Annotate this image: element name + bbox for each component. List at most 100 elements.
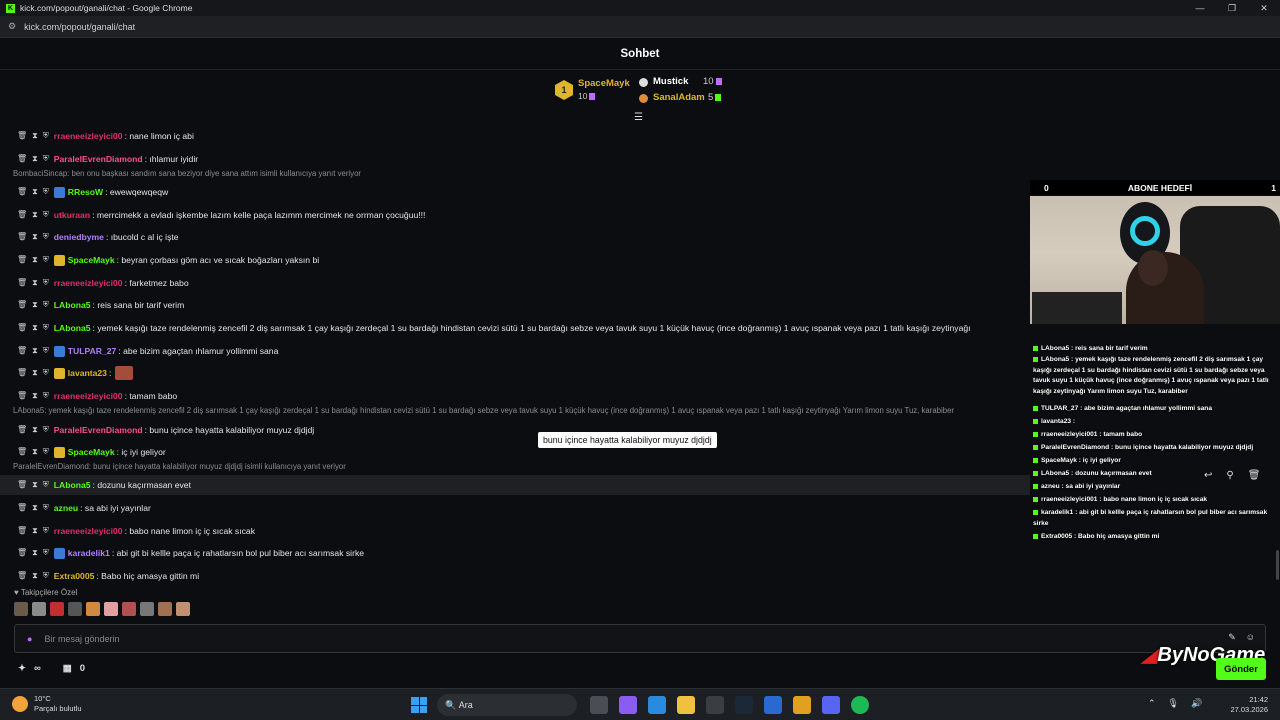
delete-message-icon[interactable]: 🗑: [17, 571, 27, 581]
chat-username[interactable]: LAbona5: [54, 480, 91, 490]
site-info-icon[interactable]: ⚙: [8, 21, 16, 32]
reply-context[interactable]: LAbona5: yemek kaşığı taze rendelenmiş z…: [13, 406, 1028, 415]
chrome-icon[interactable]: [793, 696, 811, 714]
delete-message-icon[interactable]: 🗑: [17, 480, 27, 490]
chat-username[interactable]: rraeneeizleyici00: [54, 526, 123, 536]
chat-message[interactable]: 🗑 ⧗ ⛨ TULPAR_27: abe bizim agaçtan ıhlamur …: [0, 341, 1030, 361]
chat-message[interactable]: 🗑 ⧗ ⛨ SpaceMayk: iç iyi geliyor: [0, 442, 1030, 462]
ban-shield-icon[interactable]: ⛨: [43, 571, 49, 581]
ban-shield-icon[interactable]: ⛨: [43, 300, 49, 310]
timeout-icon[interactable]: ⧗: [32, 391, 38, 401]
leader-name-2[interactable]: Mustick: [653, 76, 688, 87]
reply-context[interactable]: ParalelEvrenDiamond: bunu içince hayatta…: [13, 462, 1028, 471]
timeout-icon[interactable]: ⧗: [32, 131, 38, 141]
timeout-icon[interactable]: ⧗: [32, 447, 38, 457]
chat-username[interactable]: utkuraan: [54, 210, 90, 220]
timeout-icon[interactable]: ⧗: [32, 425, 38, 435]
pin-icon[interactable]: ⚲: [1226, 470, 1233, 481]
chat-message[interactable]: 🗑 ⧗ ⛨ rraeneeizleyici00: tamam babo: [0, 386, 1030, 406]
emote[interactable]: [50, 602, 64, 616]
chat-username[interactable]: RResoW: [68, 187, 103, 197]
microphone-icon[interactable]: ●: [27, 634, 32, 644]
delete-message-icon[interactable]: 🗑: [17, 447, 27, 457]
chat-username[interactable]: LAbona5: [54, 300, 91, 310]
chat-message[interactable]: 🗑 ⧗ ⛨ RResoW: ewewqewqeqw: [0, 182, 1030, 202]
delete-message-icon[interactable]: 🗑: [17, 154, 27, 164]
chat-message[interactable]: 🗑 ⧗ ⛨ rraeneeizleyici00: babo nane limon iç…: [0, 521, 1030, 541]
chat-message[interactable]: 🗑 ⧗ ⛨ utkuraan: merrcimekk a evladı işkembe…: [0, 205, 1030, 225]
chevron-up-icon[interactable]: ⌃: [1148, 698, 1156, 709]
windows-start-icon[interactable]: [411, 697, 427, 713]
reply-icon[interactable]: ↩: [1204, 470, 1212, 481]
timeout-icon[interactable]: ⧗: [32, 503, 38, 513]
store-app-icon[interactable]: [706, 696, 724, 714]
delete-message-icon[interactable]: 🗑: [17, 391, 27, 401]
chat-username[interactable]: rraeneeizleyici00: [54, 278, 123, 288]
ban-shield-icon[interactable]: ⛨: [43, 323, 49, 333]
discord-icon[interactable]: [822, 696, 840, 714]
chat-username[interactable]: ParalelEvrenDiamond: [54, 154, 143, 164]
chat-username[interactable]: rraeneeizleyici00: [54, 391, 123, 401]
timeout-icon[interactable]: ⧗: [32, 526, 38, 536]
scrollbar[interactable]: [1276, 550, 1279, 580]
restore-icon[interactable]: ❐: [1216, 0, 1248, 16]
chat-message[interactable]: 🗑 ⧗ ⛨ lavanta23:: [0, 363, 1030, 383]
chat-username[interactable]: deniedbyme: [54, 232, 104, 242]
address-bar[interactable]: ⚙ kick.com/popout/ganali/chat: [0, 16, 1280, 38]
delete-message-icon[interactable]: 🗑: [17, 503, 27, 513]
delete-message-icon[interactable]: 🗑: [17, 187, 27, 197]
weather-widget[interactable]: 10°C Parçalı bulutlu: [12, 694, 82, 714]
volume-icon[interactable]: 🔊: [1191, 698, 1202, 709]
clock[interactable]: 21:42 27.03.2026: [1228, 695, 1268, 715]
ban-shield-icon[interactable]: ⛨: [43, 154, 49, 164]
ban-shield-icon[interactable]: ⛨: [43, 278, 49, 288]
delete-message-icon[interactable]: 🗑: [17, 210, 27, 220]
minimize-icon[interactable]: —: [1184, 0, 1216, 16]
delete-message-icon[interactable]: 🗑: [17, 232, 27, 242]
delete-message-icon[interactable]: 🗑: [17, 255, 27, 265]
ban-shield-icon[interactable]: ⛨: [43, 210, 49, 220]
mic-tray-icon[interactable]: 🎙: [1168, 698, 1179, 709]
delete-icon[interactable]: 🗑: [1248, 470, 1261, 481]
chat-message[interactable]: 🗑 ⧗ ⛨ LAbona5: reis sana bir tarif verim: [0, 295, 1030, 315]
copilot-icon[interactable]: [619, 696, 637, 714]
chat-message[interactable]: 🗑 ⧗ ⛨ deniedbyme: ıbucold c al iç işte: [0, 227, 1030, 247]
chat-username[interactable]: SpaceMayk: [68, 447, 115, 457]
chat-username[interactable]: rraeneeizleyici00: [54, 131, 123, 141]
chat-message[interactable]: 🗑 ⧗ ⛨ Extra0005: Babo hiç amasya gittin mi: [0, 566, 1030, 585]
emote[interactable]: [86, 602, 100, 616]
timeout-icon[interactable]: ⧗: [32, 346, 38, 356]
ban-shield-icon[interactable]: ⛨: [43, 187, 49, 197]
chat-message[interactable]: 🗑 ⧗ ⛨ azneu: sa abi iyi yayınlar: [0, 498, 1030, 518]
timeout-icon[interactable]: ⧗: [32, 480, 38, 490]
chat-username[interactable]: lavanta23: [68, 368, 107, 378]
timeout-icon[interactable]: ⧗: [32, 278, 38, 288]
chat-username[interactable]: LAbona5: [54, 323, 91, 333]
ban-shield-icon[interactable]: ⛨: [43, 425, 49, 435]
chat-username[interactable]: karadelik1: [68, 548, 110, 558]
delete-message-icon[interactable]: 🗑: [17, 323, 27, 333]
chat-message[interactable]: 🗑 ⧗ ⛨ LAbona5: yemek kaşığı taze rendelenmi…: [0, 318, 1030, 338]
chat-username[interactable]: Extra0005: [54, 571, 95, 581]
timeout-icon[interactable]: ⧗: [32, 368, 38, 378]
emote[interactable]: [14, 602, 28, 616]
infinity-icon[interactable]: ∞: [34, 663, 41, 674]
spotify-icon[interactable]: [851, 696, 869, 714]
steam-icon[interactable]: [735, 696, 753, 714]
chat-username[interactable]: SpaceMayk: [68, 255, 115, 265]
ban-shield-icon[interactable]: ⛨: [43, 346, 49, 356]
chat-message[interactable]: 🗑 ⧗ ⛨ LAbona5: dozunu kaçırmasan evet: [0, 475, 1030, 495]
delete-message-icon[interactable]: 🗑: [17, 346, 27, 356]
delete-message-icon[interactable]: 🗑: [17, 278, 27, 288]
timeout-icon[interactable]: ⧗: [32, 187, 38, 197]
task-view-icon[interactable]: [590, 696, 608, 714]
emote[interactable]: [176, 602, 190, 616]
chat-username[interactable]: TULPAR_27: [68, 346, 117, 356]
chat-message[interactable]: 🗑 ⧗ ⛨ rraeneeizleyici00: farketmez babo: [0, 273, 1030, 293]
app-icon[interactable]: [764, 696, 782, 714]
close-icon[interactable]: ✕: [1248, 0, 1280, 16]
settings-icon[interactable]: ✦: [18, 663, 26, 674]
emote[interactable]: [68, 602, 82, 616]
delete-message-icon[interactable]: 🗑: [17, 368, 27, 378]
ban-shield-icon[interactable]: ⛨: [43, 232, 49, 242]
